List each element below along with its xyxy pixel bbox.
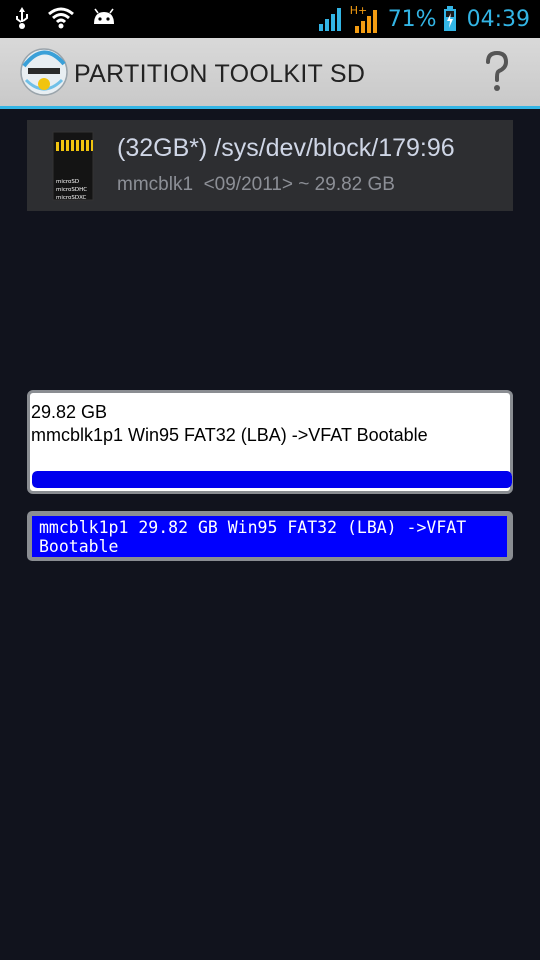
sd-label-1: microSD: [56, 179, 79, 185]
partition-usage-fill: [32, 471, 512, 488]
clock: 04:39: [466, 6, 530, 32]
selected-partition-highlight: mmcblk1p1 29.82 GB Win95 FAT32 (LBA) ->V…: [32, 516, 507, 557]
usb-icon: [16, 7, 28, 29]
app-bar: PARTITION TOOLKIT SD: [0, 38, 540, 109]
device-title: (32GB*) /sys/dev/block/179:96: [117, 134, 455, 162]
status-bar-left: [14, 6, 116, 30]
partition-toolkit-logo: [20, 48, 68, 96]
status-bar: H+ 71% 04:39: [0, 0, 540, 38]
partition-description: mmcblk1p1 Win95 FAT32 (LBA) ->VFAT Boota…: [31, 425, 428, 445]
partition-size: 29.82 GB: [31, 402, 108, 422]
app-title: PARTITION TOOLKIT SD: [74, 60, 366, 88]
microsd-card-icon: microSD microSDHC microSDXC: [52, 131, 94, 201]
hplus-signal: H+: [350, 4, 382, 34]
wifi-icon: [48, 7, 74, 29]
device-subtitle: mmcblk1 <09/2011> ~ 29.82 GB: [117, 174, 395, 195]
sd-label-2: microSDHC: [56, 187, 87, 193]
partition-usage-bar: [32, 471, 512, 488]
selected-partition-text: mmcblk1p1 29.82 GB Win95 FAT32 (LBA) ->V…: [39, 518, 467, 556]
signal-icon: [318, 8, 341, 31]
status-bar-right: H+ 71% 04:39: [318, 0, 530, 38]
battery-percent: 71%: [387, 6, 437, 32]
signal-icon-2: [354, 10, 377, 33]
battery-charging-icon: [443, 6, 456, 31]
android-icon: [94, 8, 114, 24]
partition-card[interactable]: 29.82 GB mmcblk1p1 Win95 FAT32 (LBA) ->V…: [27, 390, 513, 494]
sd-label-3: microSDXC: [56, 195, 87, 201]
selected-partition-row[interactable]: mmcblk1p1 29.82 GB Win95 FAT32 (LBA) ->V…: [27, 511, 513, 561]
device-card[interactable]: microSD microSDHC microSDXC (32GB*) /sys…: [27, 120, 513, 211]
question-icon[interactable]: [482, 50, 512, 94]
